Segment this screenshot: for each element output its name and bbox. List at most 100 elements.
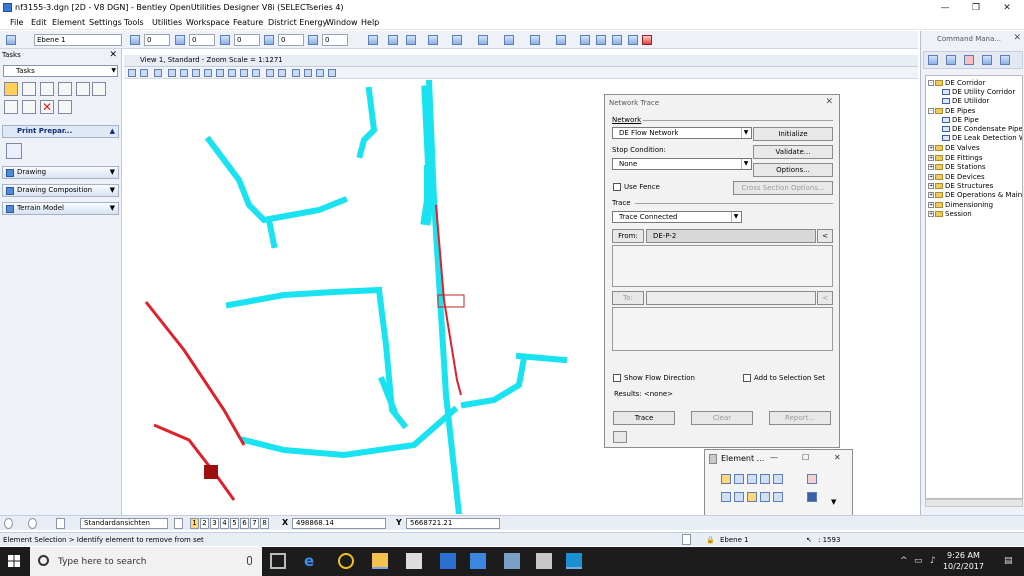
tool-icon-11[interactable] (596, 35, 606, 45)
level-select[interactable]: Ebene 1 (34, 34, 122, 46)
view-button-6[interactable]: 6 (240, 518, 249, 529)
paint-icon[interactable] (92, 82, 106, 96)
trace-type-select[interactable]: Trace Connected ▼ (612, 211, 742, 223)
app-icon-3[interactable] (536, 553, 552, 569)
view-button-2[interactable]: 2 (200, 518, 209, 529)
display-style-icon[interactable] (140, 69, 148, 77)
line-weight-select[interactable]: 0 (234, 34, 260, 46)
fit-view-icon[interactable] (204, 69, 212, 77)
fence-icon[interactable] (40, 82, 54, 96)
tree-node-de-valves[interactable]: + DE Valves (928, 144, 980, 152)
to-button[interactable]: To: (612, 291, 644, 305)
branch-north[interactable] (356, 86, 378, 159)
rotate-view-icon[interactable] (216, 69, 224, 77)
tree-node-de-pipe[interactable]: DE Pipe (942, 116, 979, 124)
shape-method-icon[interactable] (747, 474, 757, 484)
show-flow-direction-checkbox[interactable] (613, 374, 621, 382)
expand-toggle[interactable]: + (928, 183, 934, 189)
subtract-mode-icon[interactable] (747, 492, 757, 502)
zoom-in-icon[interactable] (168, 69, 176, 77)
view-next-icon[interactable] (252, 69, 260, 77)
saved-views-select[interactable]: Standardansichten (80, 518, 168, 529)
line-style-icon[interactable] (175, 35, 185, 45)
network-trace-close-button[interactable]: ✕ (825, 97, 833, 107)
tree-node-de-corridor[interactable]: - DE Corridor (928, 79, 985, 87)
tree-node-de-structures[interactable]: + DE Structures (928, 182, 993, 190)
view-previous-icon[interactable] (240, 69, 248, 77)
options-button[interactable]: Options... (753, 163, 833, 177)
tree-node-de-pipes[interactable]: - DE Pipes (928, 107, 975, 115)
more-options-icon[interactable]: ▼ (831, 498, 836, 506)
restore-button[interactable]: ❐ (961, 0, 991, 16)
modify-icon[interactable] (58, 100, 72, 114)
store-icon[interactable] (406, 553, 422, 569)
app-icon-2[interactable] (504, 553, 520, 569)
drawing-section[interactable]: Drawing ▼ (2, 166, 119, 179)
validate-button[interactable]: Validate... (753, 145, 833, 159)
transparency-icon[interactable] (264, 35, 274, 45)
pen-icon[interactable] (928, 55, 938, 65)
zoom-region-icon[interactable] (292, 69, 300, 77)
stop-condition-select[interactable]: None ▼ (612, 158, 752, 170)
tree-node-de-stations[interactable]: + DE Stations (928, 163, 986, 171)
tree-node-de-condensate-pipe[interactable]: DE Condensate Pipe (942, 125, 1022, 133)
menu-help[interactable]: Help (361, 18, 379, 27)
selection-info-icon[interactable] (807, 492, 817, 502)
snap-icon[interactable] (682, 534, 691, 545)
edge-icon[interactable]: e (304, 553, 320, 569)
microphone-icon[interactable] (247, 556, 252, 565)
add-selection-set-checkbox[interactable] (743, 374, 751, 382)
expand-toggle[interactable]: + (928, 174, 934, 180)
update-icon[interactable] (154, 69, 162, 77)
print-preparation-section[interactable]: Print Prepar... ▲ (2, 125, 119, 138)
circle-method-icon[interactable] (760, 474, 770, 484)
pan-view-icon[interactable] (228, 69, 236, 77)
clear-button[interactable]: Clear (691, 411, 753, 425)
window-area-icon[interactable] (192, 69, 200, 77)
openutilities-icon[interactable] (566, 553, 582, 569)
attributes-icon[interactable] (982, 55, 992, 65)
layers-icon[interactable] (6, 35, 16, 45)
tree-node-session[interactable]: + Session (928, 210, 972, 218)
device-symbol[interactable] (204, 465, 218, 479)
color-select[interactable]: 0 (144, 34, 170, 46)
tool-icon-5[interactable] (452, 35, 462, 45)
network-icon[interactable]: ▭ (914, 556, 923, 566)
branch-stub-1[interactable] (265, 216, 278, 249)
menu-utilities[interactable]: Utilities (152, 18, 182, 27)
tree-node-de-leak-detection[interactable]: DE Leak Detection W (942, 134, 1022, 142)
y-coordinate-field[interactable]: 5668721.21 (406, 518, 500, 529)
element-close-button[interactable]: ✕ (834, 453, 841, 462)
tasks-selector[interactable]: Tasks ▼ (3, 65, 118, 77)
color-icon[interactable] (130, 35, 140, 45)
initialize-button[interactable]: Initialize (753, 127, 833, 141)
from-arrow-button[interactable]: < (817, 229, 833, 243)
ellipse-select-icon[interactable] (58, 82, 72, 96)
new-mode-icon[interactable] (721, 492, 731, 502)
tool-icon-2[interactable] (388, 35, 398, 45)
invert-mode-icon[interactable] (760, 492, 770, 502)
report-button[interactable]: Report... (769, 411, 831, 425)
tool-icon-8[interactable] (530, 35, 540, 45)
close-button[interactable]: ✕ (992, 0, 1022, 16)
priority-select[interactable]: 0 (322, 34, 348, 46)
from-button[interactable]: From: (612, 229, 644, 243)
select-fence-icon[interactable] (22, 82, 36, 96)
tree-node-de-utilidor[interactable]: DE Utilidor (942, 97, 989, 105)
file-explorer-icon[interactable] (372, 553, 388, 569)
app-icon-1[interactable] (470, 553, 486, 569)
delete-icon[interactable] (642, 35, 652, 45)
back-icon[interactable] (4, 518, 13, 529)
lock-icon[interactable]: 🔒 (706, 536, 715, 544)
line-method-icon[interactable] (773, 474, 783, 484)
tray-chevron-icon[interactable]: ^ (900, 556, 908, 566)
camera-icon[interactable] (278, 69, 286, 77)
print-preparation-icon[interactable] (6, 143, 22, 159)
views-icon[interactable] (174, 518, 183, 529)
branch-west-middle[interactable] (225, 286, 383, 309)
view-button-8[interactable]: 8 (260, 518, 269, 529)
branch-east-stub[interactable] (515, 352, 568, 364)
fit-icon[interactable] (304, 69, 312, 77)
view-button-4[interactable]: 4 (220, 518, 229, 529)
menu-workspace[interactable]: Workspace (186, 18, 230, 27)
